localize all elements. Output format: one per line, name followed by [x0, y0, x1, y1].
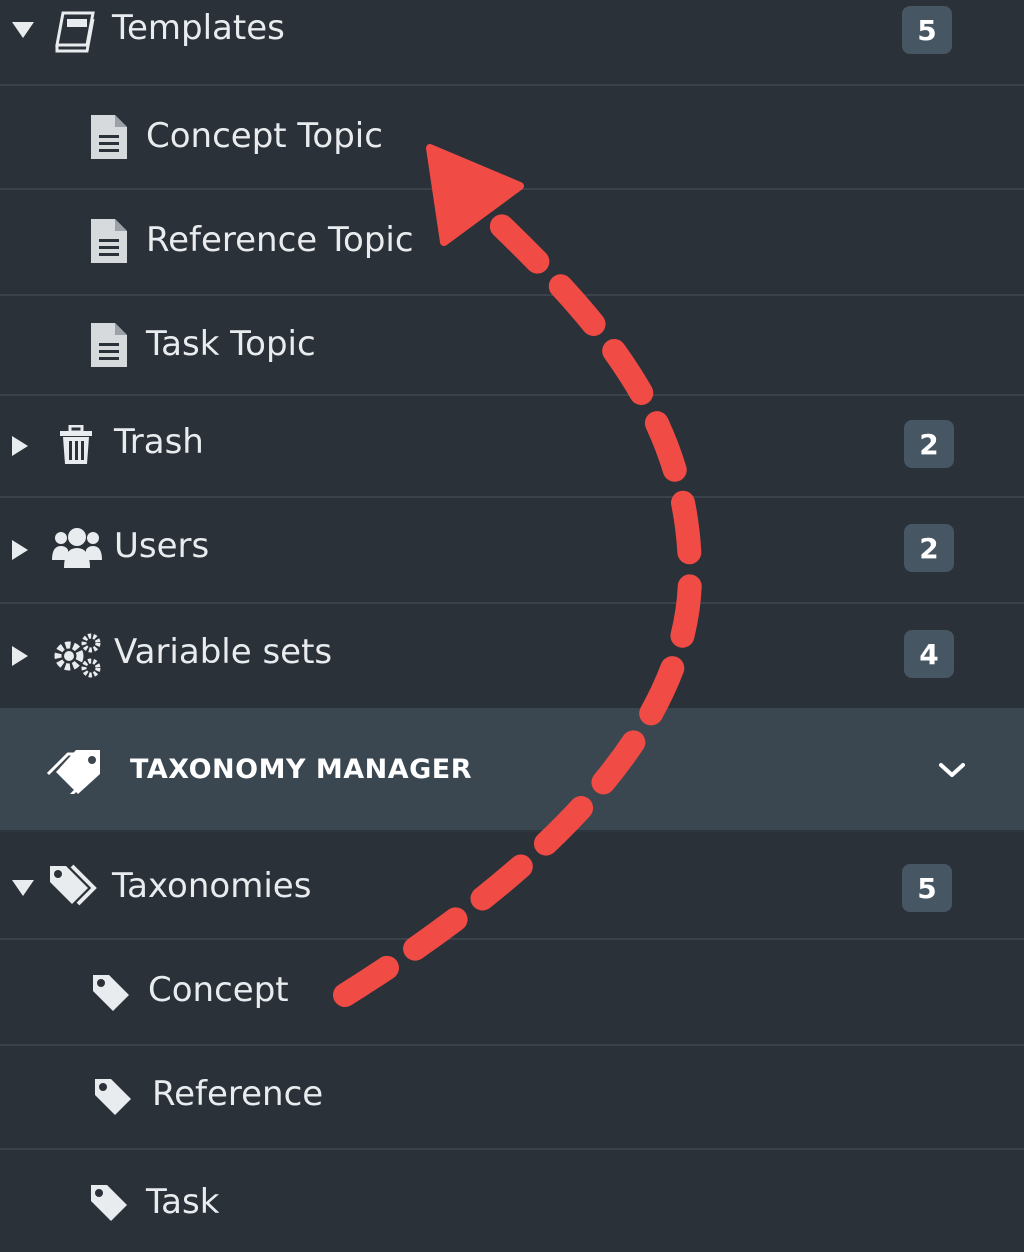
tag-icon [90, 972, 132, 1014]
document-icon [88, 216, 130, 266]
tree-item-taxonomies[interactable]: Taxonomies 5 [0, 832, 1024, 940]
caret-down-icon[interactable] [12, 22, 34, 38]
tag-icon [88, 1182, 130, 1224]
count-badge: 2 [904, 524, 954, 572]
tree-item-concept[interactable]: Concept [0, 940, 1024, 1046]
tag-icon [92, 1076, 134, 1118]
tree-item-label: Task [146, 1182, 220, 1222]
book-icon [52, 8, 98, 54]
caret-right-icon[interactable] [12, 646, 28, 666]
tree-item-task[interactable]: Task [0, 1150, 1024, 1252]
caret-right-icon[interactable] [12, 540, 28, 560]
tree-item-reference-topic[interactable]: Reference Topic [0, 190, 1024, 296]
tree-item-label: Reference [152, 1074, 324, 1114]
count-badge: 4 [904, 630, 954, 678]
section-header-label: TAXONOMY MANAGER [130, 754, 473, 785]
tree-item-label: Concept [148, 970, 289, 1010]
document-icon [88, 112, 130, 162]
tree-item-label: Templates [112, 8, 285, 48]
tree-item-variable-sets[interactable]: Variable sets 4 [0, 604, 1024, 708]
caret-down-icon[interactable] [12, 880, 34, 896]
count-badge: 2 [904, 420, 954, 468]
tree-item-label: Task Topic [146, 324, 316, 364]
tags-icon [48, 862, 100, 906]
tree-item-trash[interactable]: Trash 2 [0, 396, 1024, 498]
tags-icon [44, 748, 106, 794]
tree-item-concept-topic[interactable]: Concept Topic [0, 86, 1024, 190]
tree-item-label: Taxonomies [112, 866, 312, 906]
tree-item-label: Users [114, 526, 210, 566]
gears-icon [52, 632, 102, 678]
caret-right-icon[interactable] [12, 436, 28, 456]
tree-item-label: Variable sets [114, 632, 333, 672]
tree-item-reference[interactable]: Reference [0, 1046, 1024, 1150]
count-badge: 5 [902, 864, 952, 912]
tree-item-label: Reference Topic [146, 220, 414, 260]
tree-item-label: Trash [114, 422, 204, 462]
count-badge: 5 [902, 6, 952, 54]
tree-item-users[interactable]: Users 2 [0, 498, 1024, 604]
section-header-taxonomy-manager[interactable]: TAXONOMY MANAGER [0, 708, 1024, 832]
chevron-down-icon[interactable] [936, 760, 968, 780]
users-icon [52, 526, 102, 570]
trash-icon [58, 424, 94, 466]
tree-item-label: Concept Topic [146, 116, 383, 156]
tree-item-task-topic[interactable]: Task Topic [0, 296, 1024, 396]
tree-item-templates[interactable]: Templates 5 [0, 0, 1024, 86]
document-icon [88, 320, 130, 370]
sidebar-panel: Templates 5 Concept Topic Reference Topi… [0, 0, 1024, 1252]
